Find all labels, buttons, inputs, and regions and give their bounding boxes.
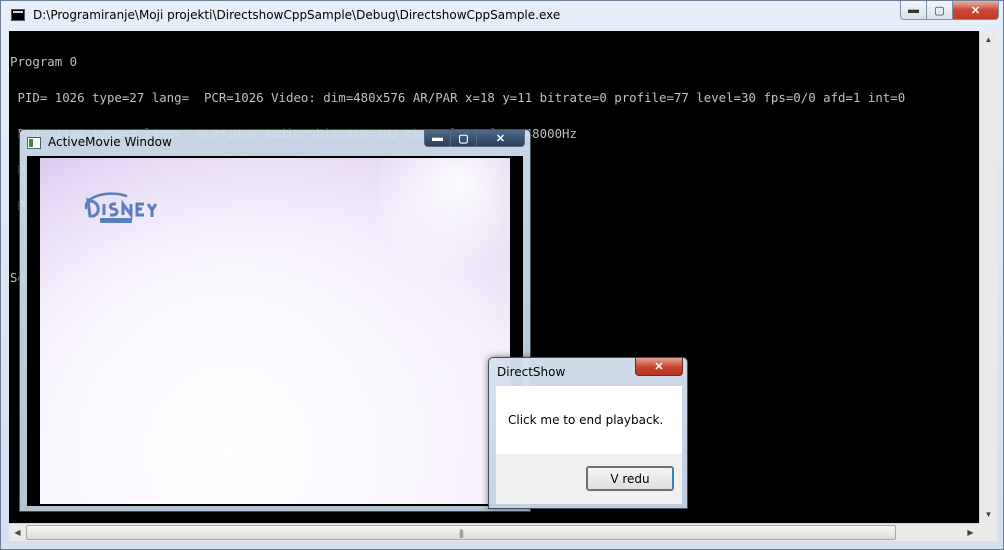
video-surface[interactable] — [40, 158, 510, 504]
console-window-title: D:\Programiranje\Moji projekti\Directsho… — [33, 8, 561, 22]
scroll-up-icon[interactable]: ▲ — [980, 31, 997, 48]
activemovie-maximize-button[interactable]: ▢ — [451, 130, 477, 147]
activemovie-app-icon[interactable] — [27, 137, 41, 149]
message-box-body: Click me to end playback. — [496, 386, 682, 454]
scroll-right-icon[interactable]: ▶ — [962, 524, 979, 541]
grip-icon: ||| — [458, 527, 464, 538]
message-box-text: Click me to end playback. — [508, 413, 664, 427]
video-frame — [27, 156, 523, 506]
activemovie-minimize-button[interactable]: ▬ — [424, 130, 451, 147]
channel-logo-icon — [84, 192, 158, 223]
directshow-message-box[interactable]: DirectShow ✕ Click me to end playback. V… — [488, 357, 688, 509]
scroll-down-icon[interactable]: ▼ — [980, 506, 997, 523]
horizontal-scroll-thumb[interactable]: ||| — [26, 525, 896, 540]
message-box-close-button[interactable]: ✕ — [635, 358, 683, 376]
message-box-footer: V redu — [496, 454, 682, 504]
vertical-scrollbar[interactable]: ▲ ▼ — [979, 31, 997, 523]
minimize-button[interactable]: ▬ — [900, 1, 927, 20]
close-button[interactable]: ✕ — [953, 1, 999, 20]
activemovie-window-controls: ▬ ▢ ✕ — [424, 130, 525, 147]
console-window-controls: ▬ ▢ ✕ — [900, 1, 999, 20]
console-line: Program 0 — [10, 54, 78, 69]
size-grip[interactable] — [979, 523, 997, 541]
video-light-glow — [380, 158, 510, 288]
activemovie-window-title: ActiveMovie Window — [48, 135, 172, 149]
activemovie-window[interactable]: ActiveMovie Window ▬ ▢ ✕ — [19, 129, 531, 512]
message-box-title: DirectShow — [497, 365, 566, 379]
activemovie-close-button[interactable]: ✕ — [477, 130, 525, 147]
ok-button[interactable]: V redu — [586, 466, 674, 491]
console-line: PID= 1026 type=27 lang= PCR=1026 Video: … — [10, 90, 906, 105]
console-app-icon[interactable] — [11, 9, 25, 21]
horizontal-scrollbar[interactable]: ◀ ||| ▶ — [9, 523, 979, 541]
scroll-left-icon[interactable]: ◀ — [9, 524, 26, 541]
maximize-button[interactable]: ▢ — [927, 1, 953, 20]
console-titlebar[interactable]: D:\Programiranje\Moji projekti\Directsho… — [1, 1, 1003, 31]
